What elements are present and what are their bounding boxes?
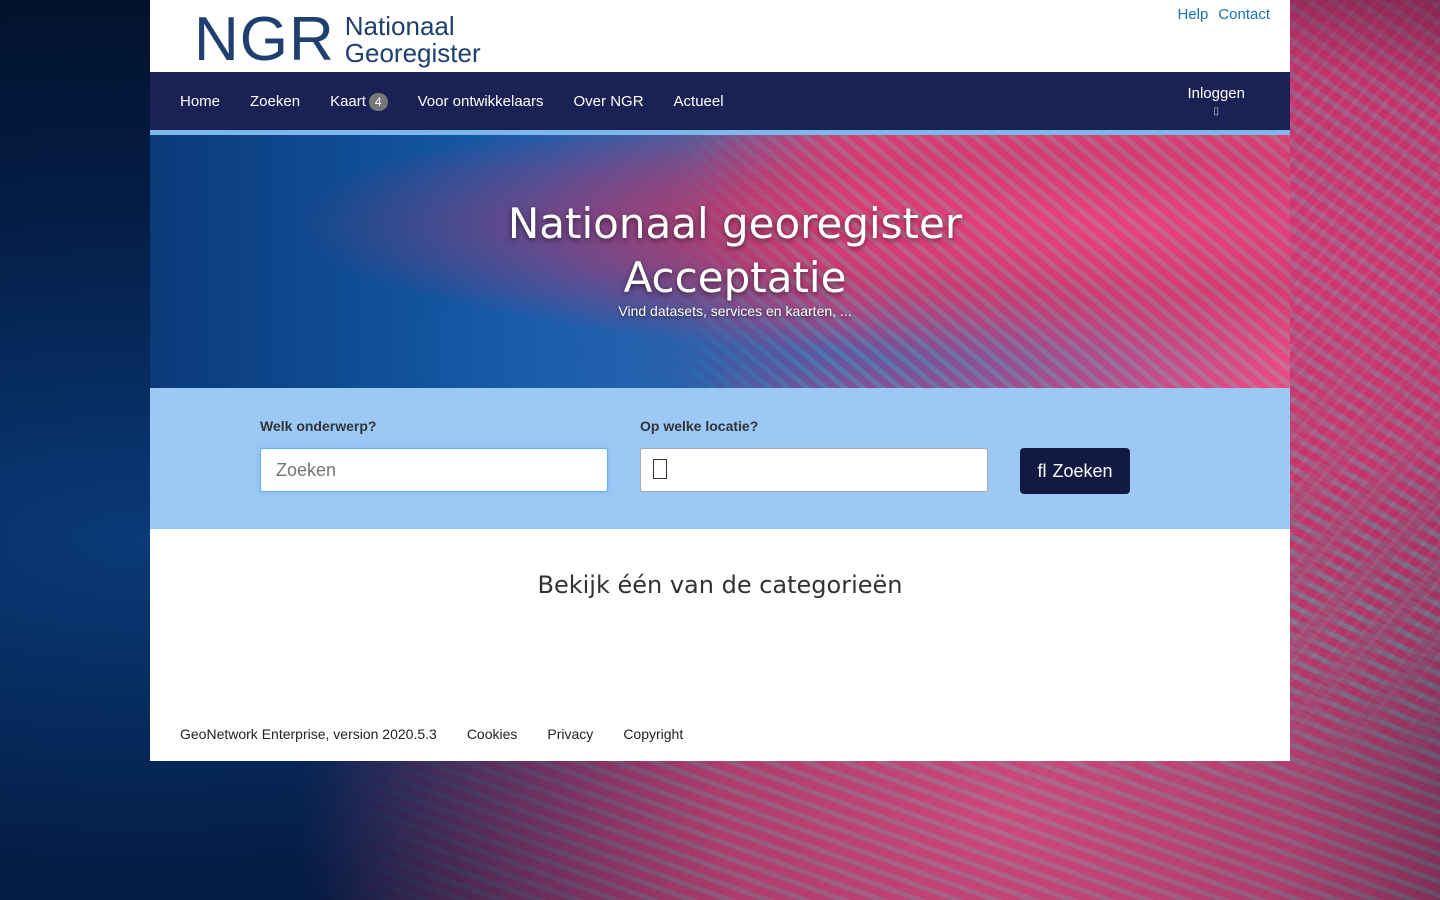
hero-title: Nationaal georegister Acceptatie (150, 197, 1290, 305)
topic-label: Welk onderwerp? (260, 418, 377, 434)
nav-item-home[interactable]: Home (150, 72, 235, 130)
nav-item-actueel[interactable]: Actueel (659, 72, 739, 130)
hero-title-line-2: Acceptatie (623, 253, 847, 302)
user-icon: ▯ (1213, 106, 1219, 117)
top-header: NGR Nationaal Georegister Help Contact (150, 0, 1290, 72)
privacy-link[interactable]: Privacy (547, 726, 593, 742)
page-container: NGR Nationaal Georegister Help Contact H… (150, 0, 1290, 761)
nav-item-voor-ontwikkelaars[interactable]: Voor ontwikkelaars (403, 72, 559, 130)
logo-text: Nationaal Georegister (345, 13, 481, 67)
nav-items: Home Zoeken Kaart 4 Voor ontwikkelaars O… (150, 72, 739, 130)
nav-item-zoeken[interactable]: Zoeken (235, 72, 315, 130)
logo-mark: NGR (194, 5, 335, 74)
main-navbar: Home Zoeken Kaart 4 Voor ontwikkelaars O… (150, 72, 1290, 135)
search-button[interactable]: ﬂ Zoeken (1020, 448, 1130, 494)
version-text: GeoNetwork Enterprise, version 2020.5.3 (180, 726, 437, 742)
topic-search-input[interactable] (260, 448, 608, 492)
nav-item-over-ngr[interactable]: Over NGR (559, 72, 659, 130)
copyright-link[interactable]: Copyright (623, 726, 683, 742)
nav-item-kaart[interactable]: Kaart 4 (315, 72, 403, 130)
top-links: Help Contact (1177, 6, 1270, 23)
categories-title: Bekijk één van de categorieën (537, 571, 903, 599)
logo-line-2: Georegister (344, 38, 481, 68)
search-button-label: Zoeken (1052, 460, 1113, 481)
help-link[interactable]: Help (1177, 6, 1208, 23)
search-icon: ﬂ (1037, 460, 1047, 481)
contact-link[interactable]: Contact (1218, 6, 1270, 23)
hero-banner: Nationaal georegister Acceptatie Vind da… (150, 135, 1290, 388)
content-section: Bekijk één van de categorieën GeoNetwork… (150, 529, 1290, 761)
search-panel: Welk onderwerp? Op welke locatie? ﬂ Zoek… (150, 388, 1290, 529)
login-button[interactable]: Inloggen ▯ (1187, 72, 1245, 130)
logo-line-1: Nationaal (344, 11, 455, 41)
cookies-link[interactable]: Cookies (467, 726, 518, 742)
footer: GeoNetwork Enterprise, version 2020.5.3 … (180, 726, 683, 742)
location-label: Op welke locatie? (640, 418, 759, 434)
login-label: Inloggen (1187, 85, 1245, 102)
hero-title-line-1: Nationaal georegister (507, 199, 963, 248)
map-marker-icon (653, 459, 667, 479)
ngr-logo[interactable]: NGR Nationaal Georegister (194, 5, 481, 74)
location-input[interactable] (640, 448, 988, 492)
hero-subtitle: Vind datasets, services en kaarten, ... (618, 303, 852, 319)
kaart-count-badge: 4 (368, 93, 388, 111)
nav-item-kaart-label: Kaart (330, 92, 366, 110)
